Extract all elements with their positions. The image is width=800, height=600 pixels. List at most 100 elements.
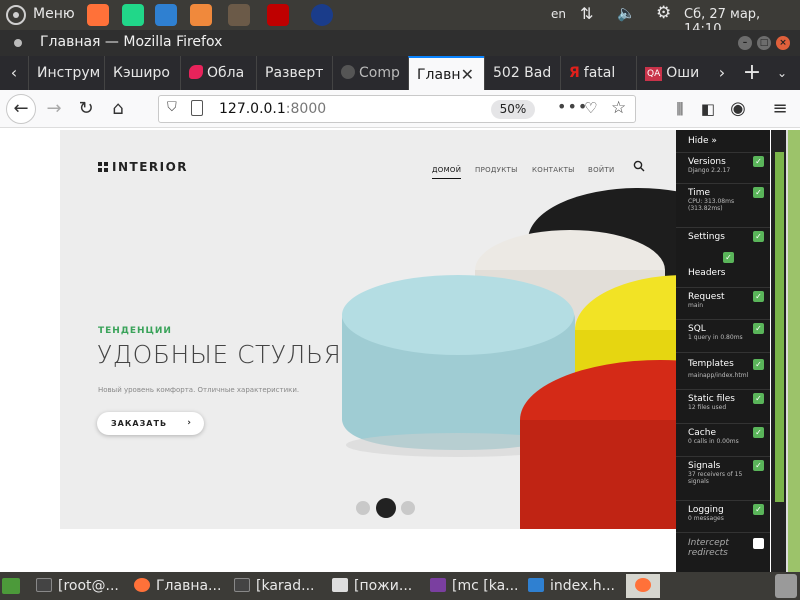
zoom-level-badge[interactable]: 50% (491, 100, 535, 119)
tab-7[interactable]: Яfatal (560, 56, 636, 90)
mc-icon (430, 578, 446, 592)
panel-toggle-checkbox[interactable]: ✓ (753, 323, 764, 334)
order-button[interactable]: ЗАКАЗАТЬ › (97, 412, 204, 435)
tab-8[interactable]: QA Оши (636, 56, 708, 90)
url-bar[interactable]: ⛉ 127.0.0.1:8000 50% ••• ♡ ☆ (158, 95, 636, 123)
panel-sub: main (688, 302, 703, 309)
library-icon[interactable]: ⫼ (666, 95, 694, 123)
new-tab-icon[interactable]: + (740, 56, 764, 90)
tab-1[interactable]: Кэширо (104, 56, 180, 90)
panel-toggle-checkbox[interactable] (753, 538, 764, 549)
panel-toggle-checkbox[interactable]: ✓ (753, 291, 764, 302)
filezilla-icon[interactable] (267, 4, 289, 26)
mc-icon[interactable] (311, 4, 333, 26)
taskbar-item-firefox-active[interactable] (626, 574, 660, 598)
window-menu-icon[interactable] (14, 39, 22, 47)
pocket-icon[interactable]: ♡ (584, 99, 597, 117)
taskbar-item-label: index.h... (550, 578, 615, 594)
keyboard-layout[interactable]: en (551, 7, 566, 21)
tab-0[interactable]: Инструм (28, 56, 104, 90)
close-tab-icon[interactable]: ✕ (461, 58, 474, 90)
site-nav-home[interactable]: ДОМОЙ (432, 166, 462, 179)
tracking-shield-icon[interactable]: ⛉ (167, 100, 177, 115)
taskbar-item-editor[interactable]: [пожи... (332, 574, 424, 598)
back-arrow-icon[interactable]: ← (6, 94, 36, 124)
djdt-panel-versions[interactable]: Versions Django 2.2.17 ✓ (676, 152, 770, 182)
djdt-panel-headers[interactable]: Headers ✓ (676, 250, 770, 286)
djdt-panel-sql[interactable]: SQL 1 query in 0.80ms ✓ (676, 319, 770, 351)
taskbar-item-terminal-2[interactable]: [karad... (234, 574, 326, 598)
pycharm-icon[interactable] (122, 4, 144, 26)
djdt-panel-time[interactable]: Time CPU: 313.08ms (313.82ms) ✓ (676, 183, 770, 226)
network-icon[interactable]: ⇅ (580, 4, 593, 23)
scroll-tabs-left-icon[interactable]: ‹ (2, 56, 26, 90)
url-text[interactable]: 127.0.0.1:8000 (219, 101, 326, 117)
volume-icon[interactable]: 🔈 (617, 4, 636, 22)
gear-icon[interactable]: ⚙ (656, 3, 671, 23)
slider-dot-2-active[interactable] (376, 498, 396, 518)
taskbar-item-terminal[interactable]: [root@... (36, 574, 128, 598)
taskbar-item-mc[interactable]: [mc [ka... (430, 574, 522, 598)
account-icon[interactable]: ◉ (724, 95, 752, 123)
maximize-button[interactable]: □ (757, 36, 771, 50)
panel-toggle-checkbox[interactable]: ✓ (753, 460, 764, 471)
home-icon[interactable]: ⌂ (104, 95, 132, 123)
tab-3[interactable]: Разверт (256, 56, 332, 90)
djdt-panel-templates[interactable]: Templates mainapp/index.html ✓ (676, 352, 770, 388)
panel-toggle-checkbox[interactable]: ✓ (753, 393, 764, 404)
site-nav-login[interactable]: ВОЙТИ (588, 166, 615, 174)
system-menu-label[interactable]: Меню (33, 6, 75, 22)
show-desktop-icon[interactable] (2, 578, 20, 594)
vertical-scrollbar[interactable] (771, 130, 800, 572)
hamburger-menu-icon[interactable]: ≡ (766, 95, 794, 123)
panel-toggle-checkbox[interactable]: ✓ (753, 156, 764, 167)
djdt-panel-static-files[interactable]: Static files 12 files used ✓ (676, 389, 770, 422)
sidebar-icon[interactable]: ◧ (694, 95, 722, 123)
hero-headline: УДОБНЫЕ СТУЛЬЯ (97, 340, 342, 369)
tab-5-active[interactable]: Главн ✕ (408, 56, 484, 90)
djdt-panel-logging[interactable]: Logging 0 messages ✓ (676, 500, 770, 531)
site-logo[interactable]: INTERIOR (98, 160, 188, 174)
system-top-panel: Меню en ⇅ 🔈 ⚙ Сб, 27 мар, 14:10 (0, 0, 800, 37)
panel-toggle-checkbox[interactable]: ✓ (753, 187, 764, 198)
slider-dot-3[interactable] (401, 501, 415, 515)
panel-toggle-checkbox[interactable]: ✓ (723, 252, 734, 263)
djdt-panel-settings[interactable]: Settings ✓ (676, 227, 770, 249)
page-info-icon[interactable] (191, 100, 203, 116)
window-titlebar[interactable]: Главная — Mozilla Firefox – □ × (0, 30, 800, 56)
taskbar-item-firefox[interactable]: Главна... (134, 574, 226, 598)
site-nav-products[interactable]: ПРОДУКТЫ (475, 166, 518, 174)
gimp-icon[interactable] (228, 4, 250, 26)
djdt-panel-intercept-redirects[interactable]: Intercept redirects (676, 532, 770, 572)
site-nav-contacts[interactable]: КОНТАКТЫ (532, 166, 575, 174)
slider-dot-1[interactable] (356, 501, 370, 515)
search-icon[interactable] (633, 160, 645, 172)
djdt-panel-signals[interactable]: Signals 37 receivers of 15 signals ✓ (676, 456, 770, 499)
sublime-icon[interactable] (190, 4, 212, 26)
bookmark-star-icon[interactable]: ☆ (611, 98, 626, 118)
panel-toggle-checkbox[interactable]: ✓ (753, 427, 764, 438)
tab-6[interactable]: 502 Bad (484, 56, 560, 90)
tab-list-icon[interactable]: ⌄ (770, 56, 794, 90)
minimize-button[interactable]: – (738, 36, 752, 50)
djdt-panel-request[interactable]: Request main ✓ (676, 287, 770, 318)
firefox-icon[interactable] (87, 4, 109, 26)
panel-sub: mainapp/index.html (688, 372, 749, 379)
scrollbar-thumb[interactable] (775, 152, 784, 502)
taskbar-item-vscode[interactable]: index.h... (528, 574, 620, 598)
forward-arrow-icon[interactable]: → (40, 95, 68, 123)
hide-toolbar-link[interactable]: Hide » (688, 136, 717, 146)
djdt-panel-cache[interactable]: Cache 0 calls in 0.00ms ✓ (676, 423, 770, 455)
tab-4[interactable]: Comp (332, 56, 408, 90)
scroll-tabs-right-icon[interactable]: › (710, 56, 734, 90)
vscode-icon[interactable] (155, 4, 177, 26)
panel-toggle-checkbox[interactable]: ✓ (753, 359, 764, 370)
firefox-icon (134, 578, 150, 592)
tab-2[interactable]: Обла (180, 56, 256, 90)
ubuntu-menu-icon[interactable] (6, 5, 26, 25)
trash-icon[interactable] (775, 574, 797, 598)
close-window-button[interactable]: × (776, 36, 790, 50)
panel-toggle-checkbox[interactable]: ✓ (753, 504, 764, 515)
panel-toggle-checkbox[interactable]: ✓ (753, 231, 764, 242)
reload-icon[interactable]: ↻ (72, 95, 100, 123)
